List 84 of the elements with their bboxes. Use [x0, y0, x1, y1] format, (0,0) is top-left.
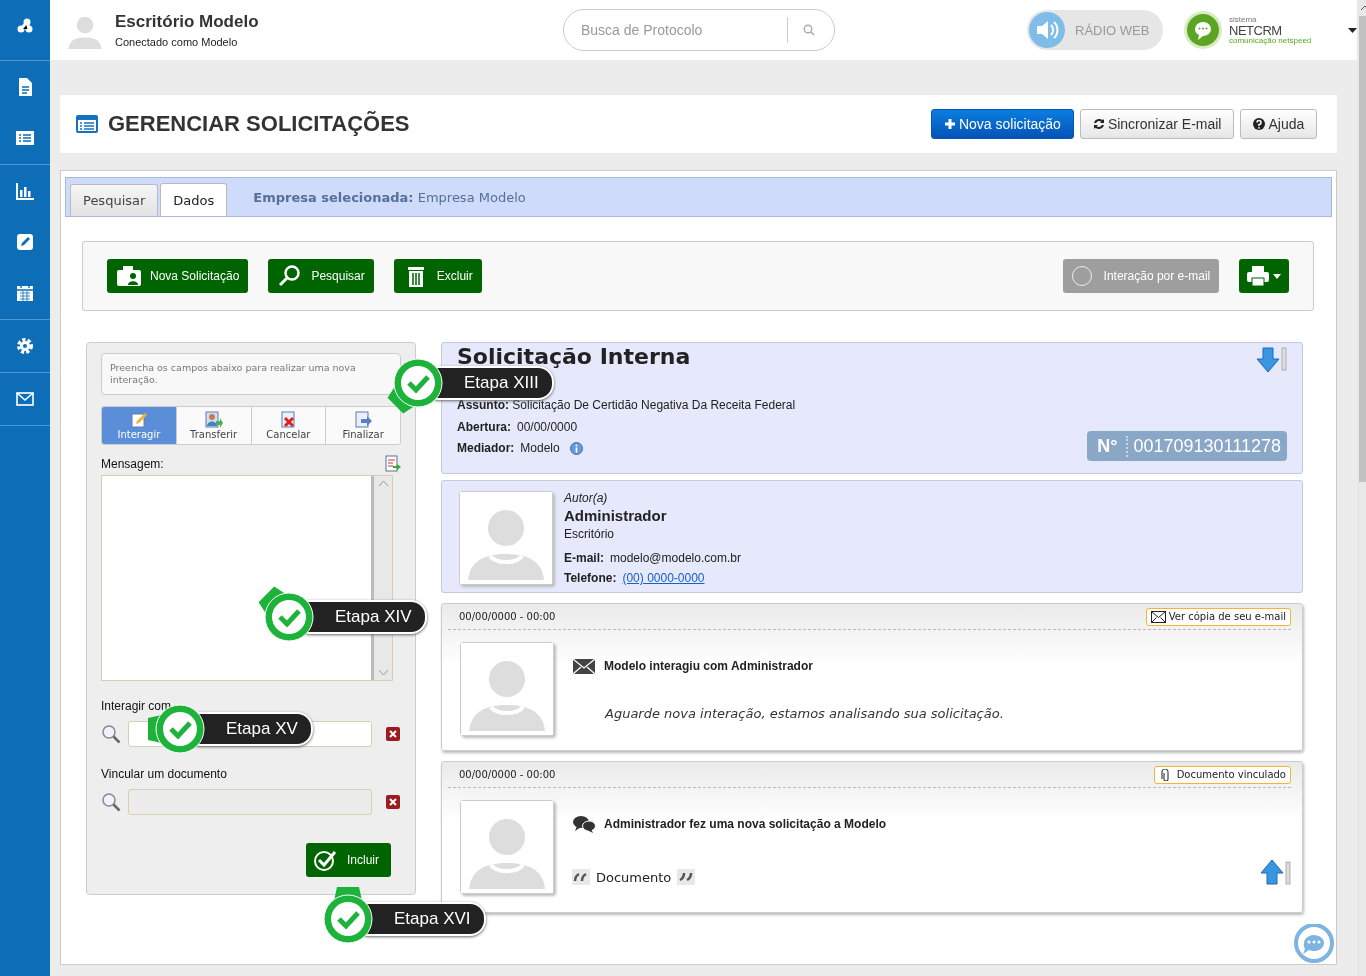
request-title: Solicitação Interna — [457, 344, 692, 369]
clear-icon[interactable] — [386, 795, 400, 809]
id-card-icon — [116, 264, 142, 288]
tab[interactable]: Pesquisar — [70, 184, 159, 216]
interaction-title: Modelo interagiu com Administrador — [604, 659, 813, 673]
down-arrow-icon[interactable] — [1257, 347, 1287, 373]
help-icon — [1253, 118, 1266, 130]
interaction-title: Administrador fez uma nova solicitação a Modelo — [604, 817, 887, 831]
selected-company: Empresa selecionada: Empresa Modelo — [253, 189, 526, 205]
field-label: Mediador: — [457, 441, 515, 455]
field-value: 00/00/0000 — [517, 420, 578, 434]
avatar-icon — [461, 801, 553, 893]
field-value: Modelo — [520, 441, 560, 455]
person-arrow-icon — [204, 411, 223, 428]
avatar-icon — [461, 643, 553, 735]
action-tab[interactable]: Transferir — [176, 407, 252, 444]
phone-link[interactable]: (00) 0000-0000 — [622, 571, 705, 585]
request-subject: Assunto: Solicitação De Certidão Negativa Da Receita Federal — [457, 398, 797, 412]
delete-button[interactable]: Excluir — [393, 259, 482, 293]
field-value: modelo@modelo.com.br — [610, 551, 741, 565]
field-label: Telefone: — [564, 571, 617, 585]
search-icon[interactable] — [101, 792, 121, 812]
envelope-icon — [572, 656, 596, 676]
sync-email-button[interactable]: Sincronizar E-mail — [1079, 109, 1235, 139]
field-label: E-mail: — [564, 551, 604, 565]
quote-close-icon — [677, 869, 696, 885]
author-role: Autor(a) — [564, 491, 609, 505]
chart-icon[interactable] — [15, 181, 35, 201]
plus-icon — [943, 118, 956, 130]
include-button[interactable]: Incluir — [306, 843, 391, 877]
field-label: Vincular um documento — [101, 767, 228, 781]
pencil-icon — [129, 411, 148, 428]
print-button[interactable] — [1239, 259, 1290, 293]
clear-icon[interactable] — [386, 727, 400, 741]
linked-document-link[interactable]: Documento vinculado — [1153, 765, 1291, 784]
search-button[interactable]: Pesquisar — [268, 259, 374, 293]
list-icon — [76, 115, 98, 133]
logo-tagline: comunicação netspeed — [1229, 36, 1312, 45]
field-label: Mensagem: — [101, 456, 164, 471]
action-tab[interactable]: Finalizar — [326, 407, 400, 444]
help-button[interactable]: Ajuda — [1240, 109, 1318, 139]
up-arrow-icon[interactable] — [1261, 859, 1291, 885]
envelope-icon — [1150, 610, 1166, 623]
list-icon[interactable] — [15, 128, 35, 148]
new-request-button[interactable]: Nova Solicitação — [107, 259, 249, 293]
author-name: Administrador — [564, 507, 668, 524]
avatar-icon — [460, 492, 552, 584]
speaker-icon — [1028, 11, 1066, 49]
document-arrow-icon — [354, 411, 373, 428]
search-input[interactable]: Busca de Protocolo — [579, 21, 773, 39]
author-organization: Escritório — [564, 527, 615, 541]
search-icon — [803, 24, 815, 36]
edit-icon[interactable] — [15, 232, 35, 252]
action-tab[interactable]: Cancelar — [251, 407, 327, 444]
document-name: Documento — [596, 869, 672, 885]
logo-caption: sistema — [1229, 15, 1258, 24]
mail-icon[interactable] — [15, 389, 35, 409]
search-icon[interactable] — [101, 724, 121, 744]
timestamp: 00/00/0000 - 00:00 — [459, 769, 556, 780]
logo-text: NETCRM — [1229, 23, 1283, 37]
caret-icon[interactable] — [1348, 27, 1358, 33]
info-icon[interactable] — [569, 441, 583, 455]
page-title: GERENCIAR SOLICITAÇÕES — [108, 111, 411, 137]
settings-icon[interactable] — [15, 336, 35, 356]
import-document-icon[interactable] — [385, 455, 401, 472]
speech-bubble-icon — [1183, 10, 1223, 50]
field-label: Abertura: — [457, 420, 511, 434]
speech-bubbles-icon — [572, 814, 596, 834]
calendar-icon[interactable] — [15, 283, 35, 303]
account-name: Escritório Modelo — [115, 12, 260, 32]
interaction-message: Aguarde nova interação, estamos analisando sua solicitação. — [605, 706, 1005, 721]
new-request-button[interactable]: Nova solicitação — [930, 109, 1074, 139]
timestamp: 00/00/0000 - 00:00 — [459, 611, 556, 622]
printer-icon — [1245, 265, 1284, 287]
check-icon — [313, 848, 337, 872]
tab[interactable]: Dados — [160, 183, 228, 216]
email-copy-link[interactable]: Ver cópia de seu e-mail — [1145, 607, 1291, 626]
quote-open-icon — [572, 869, 590, 885]
connection-status: Conectado como Modelo — [115, 36, 239, 48]
protocol-badge: N° 001709130111278 — [1087, 431, 1287, 461]
input-field[interactable] — [128, 789, 372, 815]
refresh-icon — [1092, 118, 1105, 130]
instruction-text: Preencha os campos abaixo para realizar uma nova interação. — [101, 353, 401, 395]
document-x-icon — [279, 411, 298, 428]
